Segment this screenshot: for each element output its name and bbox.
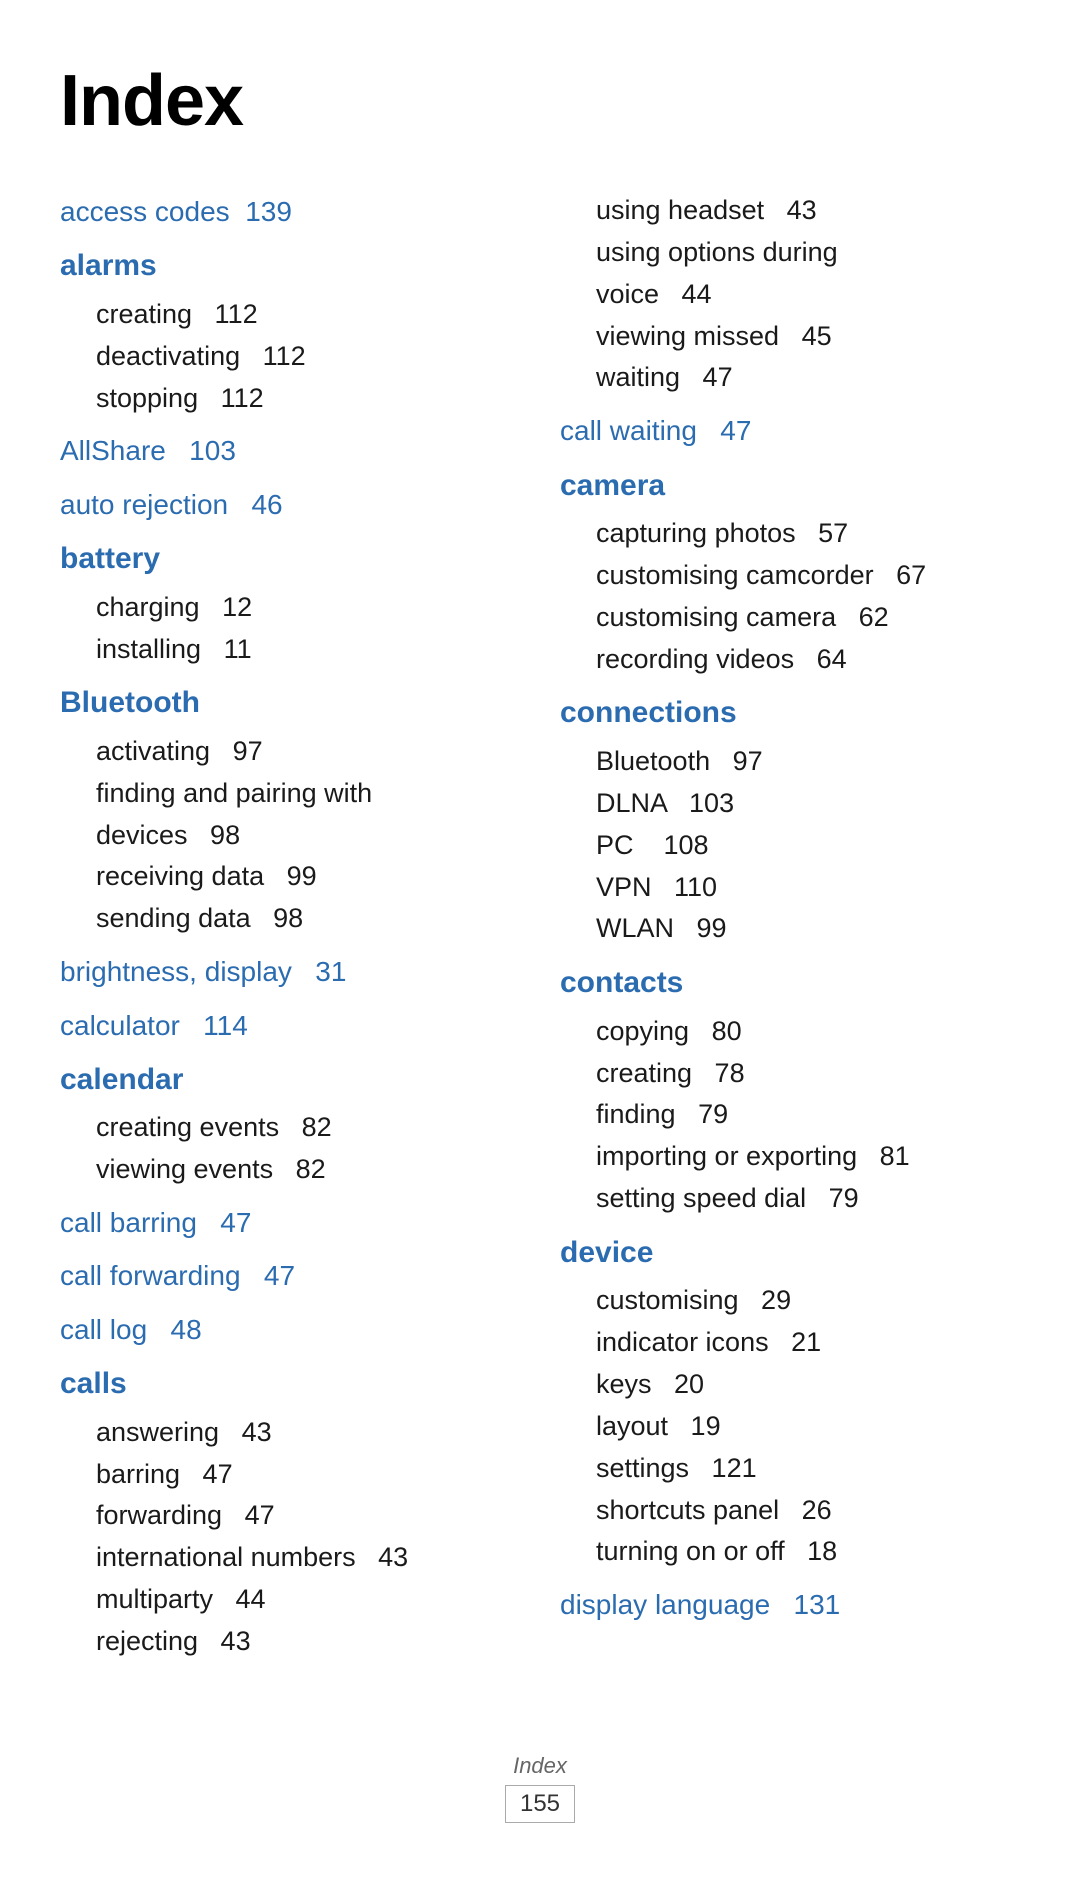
index-entry-battery: battery charging 12 installing 11 [60,536,520,670]
sub-battery-charging: charging 12 [60,587,520,629]
entry-link-calculator[interactable]: calculator [60,1010,180,1041]
sub-device-indicator-icons: indicator icons 21 [560,1322,1020,1364]
sub-bluetooth-finding: finding and pairing withdevices 98 [60,773,520,857]
sub-device-customising: customising 29 [560,1280,1020,1322]
footer-label: Index [60,1753,1020,1779]
entry-number-calculator: 114 [188,1010,248,1041]
sub-connections-wlan: WLAN 99 [560,908,1020,950]
entry-link-call-forwarding[interactable]: call forwarding [60,1260,241,1291]
index-entry-alarms: alarms creating 112 deactivating 112 sto… [60,243,520,419]
entry-link-call-barring[interactable]: call barring [60,1207,197,1238]
index-entry-bluetooth: Bluetooth activating 97 finding and pair… [60,680,520,940]
sub-connections-pc: PC 108 [560,825,1020,867]
sub-calls-multiparty: multiparty 44 [60,1579,520,1621]
sub-alarms-creating: creating 112 [60,294,520,336]
entry-link-camera[interactable]: camera [560,469,665,502]
sub-device-shortcuts: shortcuts panel 26 [560,1490,1020,1532]
sub-device-keys: keys 20 [560,1364,1020,1406]
footer-page: 155 [505,1785,575,1823]
entry-link-calendar[interactable]: calendar [60,1063,183,1096]
sub-contacts-importing: importing or exporting 81 [560,1136,1020,1178]
entry-number-call-barring: 47 [205,1207,252,1238]
entry-link-call-log[interactable]: call log [60,1314,147,1345]
entry-link-device[interactable]: device [560,1236,653,1269]
entry-number-call-forwarding: 47 [248,1260,295,1291]
sub-connections-dlna: DLNA 103 [560,783,1020,825]
sub-camera-camcorder: customising camcorder 67 [560,555,1020,597]
sub-calls-using-options: using options duringvoice 44 [560,232,1020,316]
entry-number-call-log: 48 [155,1314,202,1345]
index-entry-brightness: brightness, display 31 [60,950,520,993]
sub-contacts-finding: finding 79 [560,1094,1020,1136]
index-entry-call-barring: call barring 47 [60,1201,520,1244]
index-entry-connections: connections Bluetooth 97 DLNA 103 PC 108… [560,690,1020,950]
entry-link-connections[interactable]: connections [560,696,737,729]
sub-bluetooth-receiving: receiving data 99 [60,856,520,898]
sub-calls-waiting: waiting 47 [560,357,1020,399]
sub-camera-capturing: capturing photos 57 [560,513,1020,555]
index-sub-calls-continued: using headset 43 using options duringvoi… [560,190,1020,399]
index-entry-access-codes: access codes 139 [60,190,520,233]
entry-link-access-codes[interactable]: access codes [60,196,230,227]
index-entry-call-waiting: call waiting 47 [560,409,1020,452]
entry-link-alarms[interactable]: alarms [60,249,157,282]
entry-number-auto-rejection: 46 [236,489,283,520]
footer: Index 155 [60,1753,1020,1823]
entry-link-call-waiting[interactable]: call waiting [560,415,697,446]
index-entry-camera: camera capturing photos 57 customising c… [560,463,1020,681]
sub-battery-installing: installing 11 [60,629,520,671]
entry-link-bluetooth[interactable]: Bluetooth [60,686,200,719]
right-column: using headset 43 using options duringvoi… [560,190,1020,1637]
sub-calls-viewing-missed: viewing missed 45 [560,316,1020,358]
sub-calls-forwarding: forwarding 47 [60,1495,520,1537]
sub-device-turning: turning on or off 18 [560,1531,1020,1573]
index-entry-call-forwarding: call forwarding 47 [60,1254,520,1297]
sub-camera-recording: recording videos 64 [560,639,1020,681]
sub-calls-using-headset: using headset 43 [560,190,1020,232]
sub-contacts-speed-dial: setting speed dial 79 [560,1178,1020,1220]
sub-camera-customising: customising camera 62 [560,597,1020,639]
entry-link-allshare[interactable]: AllShare [60,435,166,466]
sub-calls-rejecting: rejecting 43 [60,1621,520,1663]
index-entry-call-log: call log 48 [60,1308,520,1351]
sub-calendar-viewing: viewing events 82 [60,1149,520,1191]
page-title: Index [60,60,1020,142]
index-entry-device: device customising 29 indicator icons 21… [560,1230,1020,1573]
sub-device-settings: settings 121 [560,1448,1020,1490]
entry-number-display-language: 131 [778,1589,840,1620]
sub-connections-vpn: VPN 110 [560,867,1020,909]
index-entry-allshare: AllShare 103 [60,429,520,472]
entry-link-contacts[interactable]: contacts [560,966,683,999]
entry-number-brightness: 31 [300,956,347,987]
index-entry-calendar: calendar creating events 82 viewing even… [60,1057,520,1191]
sub-calls-answering: answering 43 [60,1412,520,1454]
entry-number-call-waiting: 47 [705,415,752,446]
sub-calendar-creating: creating events 82 [60,1107,520,1149]
entry-link-calls[interactable]: calls [60,1367,127,1400]
sub-connections-bluetooth: Bluetooth 97 [560,741,1020,783]
entry-link-auto-rejection[interactable]: auto rejection [60,489,228,520]
index-entry-contacts: contacts copying 80 creating 78 finding … [560,960,1020,1220]
sub-alarms-deactivating: deactivating 112 [60,336,520,378]
entry-number-allshare: 103 [174,435,236,466]
sub-contacts-creating: creating 78 [560,1053,1020,1095]
index-entry-display-language: display language 131 [560,1583,1020,1626]
entry-link-brightness[interactable]: brightness, display [60,956,292,987]
index-entry-auto-rejection: auto rejection 46 [60,483,520,526]
index-entry-calls: calls answering 43 barring 47 forwarding… [60,1361,520,1663]
entry-number-access-codes: 139 [237,196,292,227]
index-entry-calculator: calculator 114 [60,1004,520,1047]
sub-calls-barring: barring 47 [60,1454,520,1496]
sub-calls-international: international numbers 43 [60,1537,520,1579]
sub-bluetooth-sending: sending data 98 [60,898,520,940]
sub-alarms-stopping: stopping 112 [60,378,520,420]
sub-device-layout: layout 19 [560,1406,1020,1448]
sub-bluetooth-activating: activating 97 [60,731,520,773]
left-column: access codes 139 alarms creating 112 dea… [60,190,560,1673]
entry-link-battery[interactable]: battery [60,542,160,575]
entry-link-display-language[interactable]: display language [560,1589,770,1620]
sub-contacts-copying: copying 80 [560,1011,1020,1053]
